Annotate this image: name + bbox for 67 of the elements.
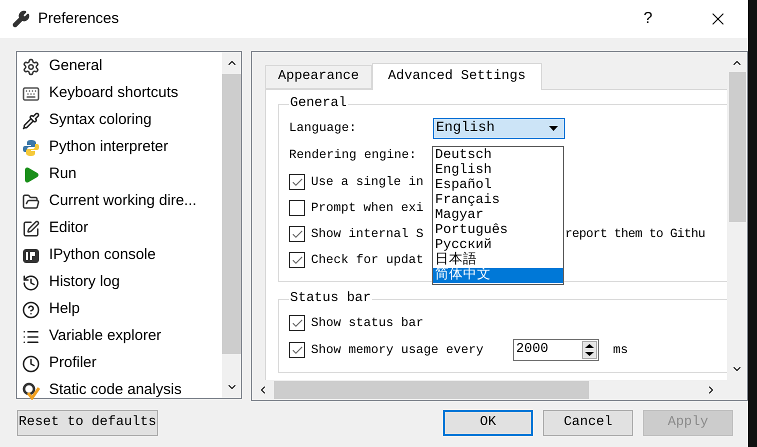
help-button[interactable]: ? — [638, 7, 658, 31]
sidebar-item[interactable]: Run — [17, 161, 222, 188]
edit-icon — [22, 220, 40, 238]
dropdown-option[interactable]: Magyar — [433, 208, 563, 223]
checkbox[interactable] — [289, 226, 305, 242]
group-title: Status bar — [289, 290, 372, 308]
sidebar-item[interactable]: IPython console — [17, 242, 222, 269]
checkbox-label: Show status bar — [311, 314, 424, 332]
history-icon — [22, 274, 40, 292]
checkbox[interactable] — [289, 252, 305, 268]
checkbox[interactable] — [289, 174, 305, 190]
checkbox-label: report them to Githu — [565, 226, 706, 243]
language-combobox[interactable]: English — [433, 118, 565, 139]
checkbox[interactable] — [289, 315, 305, 331]
dropdown-option[interactable]: Deutsch — [433, 148, 563, 163]
spin-box[interactable]: 2000 — [513, 339, 599, 361]
field-label: Rendering engine: — [289, 147, 417, 164]
folder-icon — [22, 192, 40, 210]
cancel-button[interactable]: Cancel — [543, 410, 633, 436]
sidebar-item[interactable]: Variable explorer — [17, 323, 222, 350]
check-icon — [290, 344, 304, 356]
dropdown-arrow-icon — [549, 126, 558, 131]
checkbox-label: Show internal S — [311, 226, 424, 243]
sidebar-item[interactable]: Profiler — [17, 350, 222, 377]
sidebar-item[interactable]: Syntax coloring — [17, 107, 222, 134]
checkbox-label: Use a single in — [311, 174, 424, 191]
gears-icon — [22, 58, 40, 76]
sidebar-item[interactable]: Editor — [17, 215, 222, 242]
sidebar-item[interactable]: Keyboard shortcuts — [17, 80, 222, 107]
check-icon — [290, 316, 304, 330]
pipette-icon — [22, 112, 40, 130]
checkbox-label: Show memory usage every — [311, 342, 485, 359]
checkbox-label: Check for updat — [311, 252, 424, 269]
dropdown-option[interactable]: English — [433, 163, 563, 178]
reset-button[interactable]: Reset to defaults — [17, 410, 158, 436]
dropdown-option[interactable]: Русский — [433, 238, 563, 253]
sidebar-item[interactable]: Current working dire... — [17, 188, 222, 215]
dropdown-option[interactable]: 日本語 — [433, 253, 563, 268]
tab[interactable]: Advanced Settings — [372, 63, 542, 90]
sidebar-item[interactable]: History log — [17, 269, 222, 296]
unit-label: ms — [613, 342, 628, 359]
play-icon — [22, 166, 40, 184]
python-icon — [22, 138, 40, 156]
tab[interactable]: Appearance — [265, 65, 372, 89]
wrench-icon — [12, 10, 30, 28]
sidebar-item[interactable]: Python interpreter — [17, 134, 222, 161]
group-title: General — [289, 95, 348, 113]
checkbox[interactable] — [289, 200, 305, 216]
keyboard-icon — [22, 84, 40, 102]
checkbox[interactable] — [289, 342, 305, 358]
dropdown-option[interactable]: Español — [433, 178, 563, 193]
magnifier-check-icon — [22, 382, 40, 400]
clock-icon — [22, 354, 40, 372]
field-label: Language: — [289, 120, 358, 137]
sidebar-item[interactable]: Static code analysis — [17, 377, 222, 404]
scrollbar[interactable] — [222, 52, 241, 398]
dropdown-option[interactable]: Português — [433, 223, 563, 238]
spin-arrows-icon[interactable] — [582, 341, 597, 359]
sidebar-item[interactable]: Help — [17, 296, 222, 323]
console-icon — [22, 246, 40, 264]
sidebar-item[interactable]: General — [17, 53, 222, 80]
dropdown-option[interactable]: 简体中文 — [433, 268, 563, 283]
window-title: Preferences — [38, 8, 119, 29]
help-icon — [22, 300, 40, 318]
checkbox-label: Prompt when exi — [311, 200, 424, 217]
dropdown-option[interactable]: Français — [433, 193, 563, 208]
ok-button[interactable]: OK — [443, 410, 533, 436]
